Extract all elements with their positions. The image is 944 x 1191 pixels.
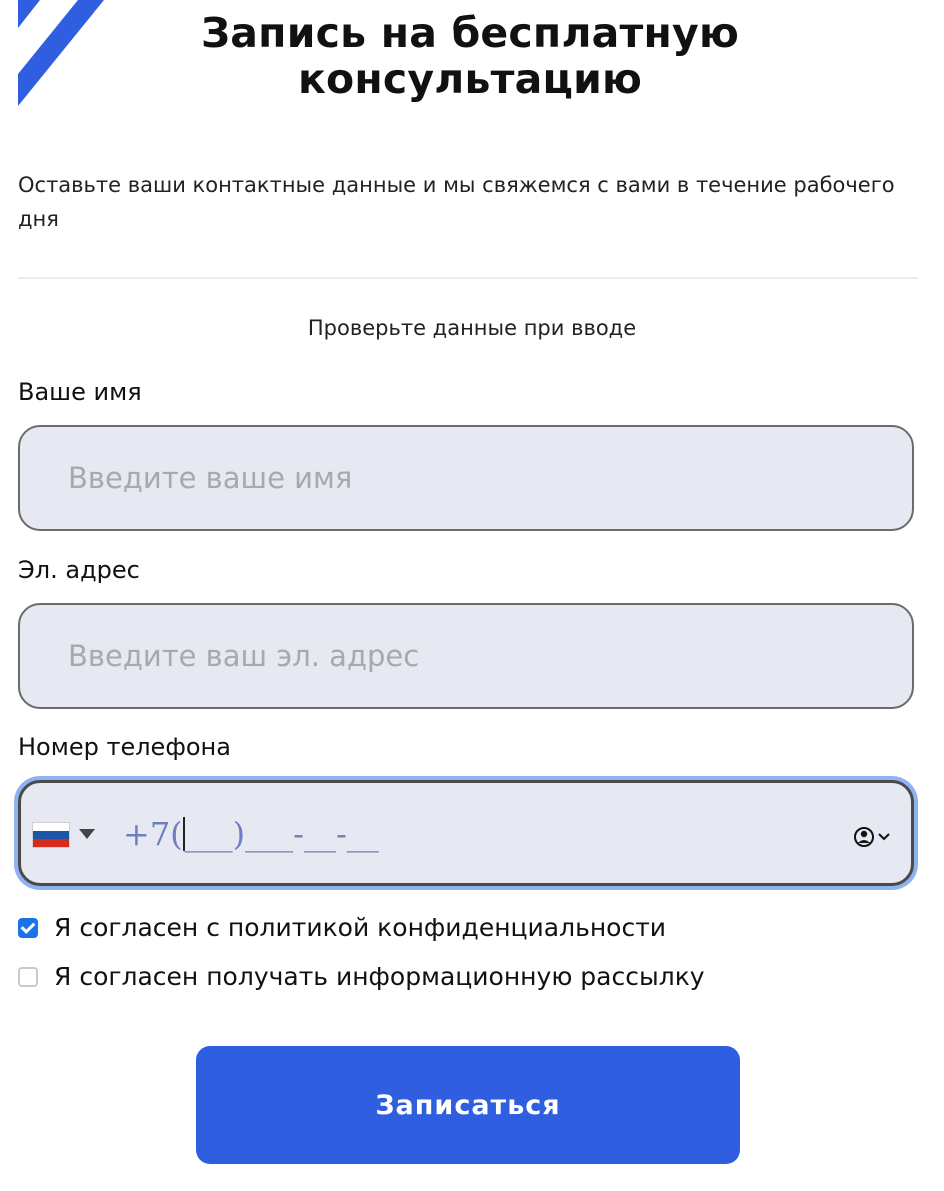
divider [18, 277, 918, 279]
privacy-consent-checkbox[interactable] [18, 917, 38, 938]
submit-button[interactable]: Записаться [196, 1046, 740, 1164]
newsletter-consent-label[interactable]: Я согласен получать информационную рассы… [54, 962, 705, 991]
flag-stripe-white [33, 823, 69, 831]
phone-field[interactable]: +7(___)___-__-__ [18, 780, 914, 886]
email-input[interactable] [20, 605, 912, 707]
phone-mask-placeholder: ___)___-__-__ [184, 815, 379, 853]
russia-flag-icon[interactable] [33, 823, 69, 847]
name-input[interactable] [20, 427, 912, 529]
page-title-line-2: консультацию [297, 55, 643, 103]
form-subtitle: Оставьте ваши контактные данные и мы свя… [18, 173, 895, 231]
country-dropdown-arrow-icon[interactable] [79, 829, 95, 839]
validation-hint: Проверьте данные при вводе [307, 316, 637, 340]
corner-decoration [18, 0, 104, 106]
flag-stripe-blue [33, 831, 69, 839]
page-title-line-1: Запись на бесплатную [200, 9, 740, 57]
flag-stripe-red [33, 839, 69, 847]
newsletter-consent-row[interactable]: Я согласен получать информационную рассы… [18, 962, 705, 991]
newsletter-consent-checkbox[interactable] [18, 966, 38, 987]
privacy-consent-label[interactable]: Я согласен с политикой конфиденциальност… [54, 913, 666, 942]
privacy-consent-row[interactable]: Я согласен с политикой конфиденциальност… [18, 913, 666, 942]
autofill-contact-icon[interactable] [853, 825, 893, 849]
phone-label: Номер телефона [18, 733, 231, 761]
email-field-container [18, 603, 914, 709]
email-label: Эл. адрес [18, 556, 140, 584]
phone-input[interactable]: +7(___)___-__-__ [123, 815, 379, 853]
name-field-container [18, 425, 914, 531]
page-title: Запись на бесплатную консультацию [140, 10, 800, 102]
name-label: Ваше имя [18, 378, 142, 406]
phone-prefix: +7( [123, 815, 183, 853]
